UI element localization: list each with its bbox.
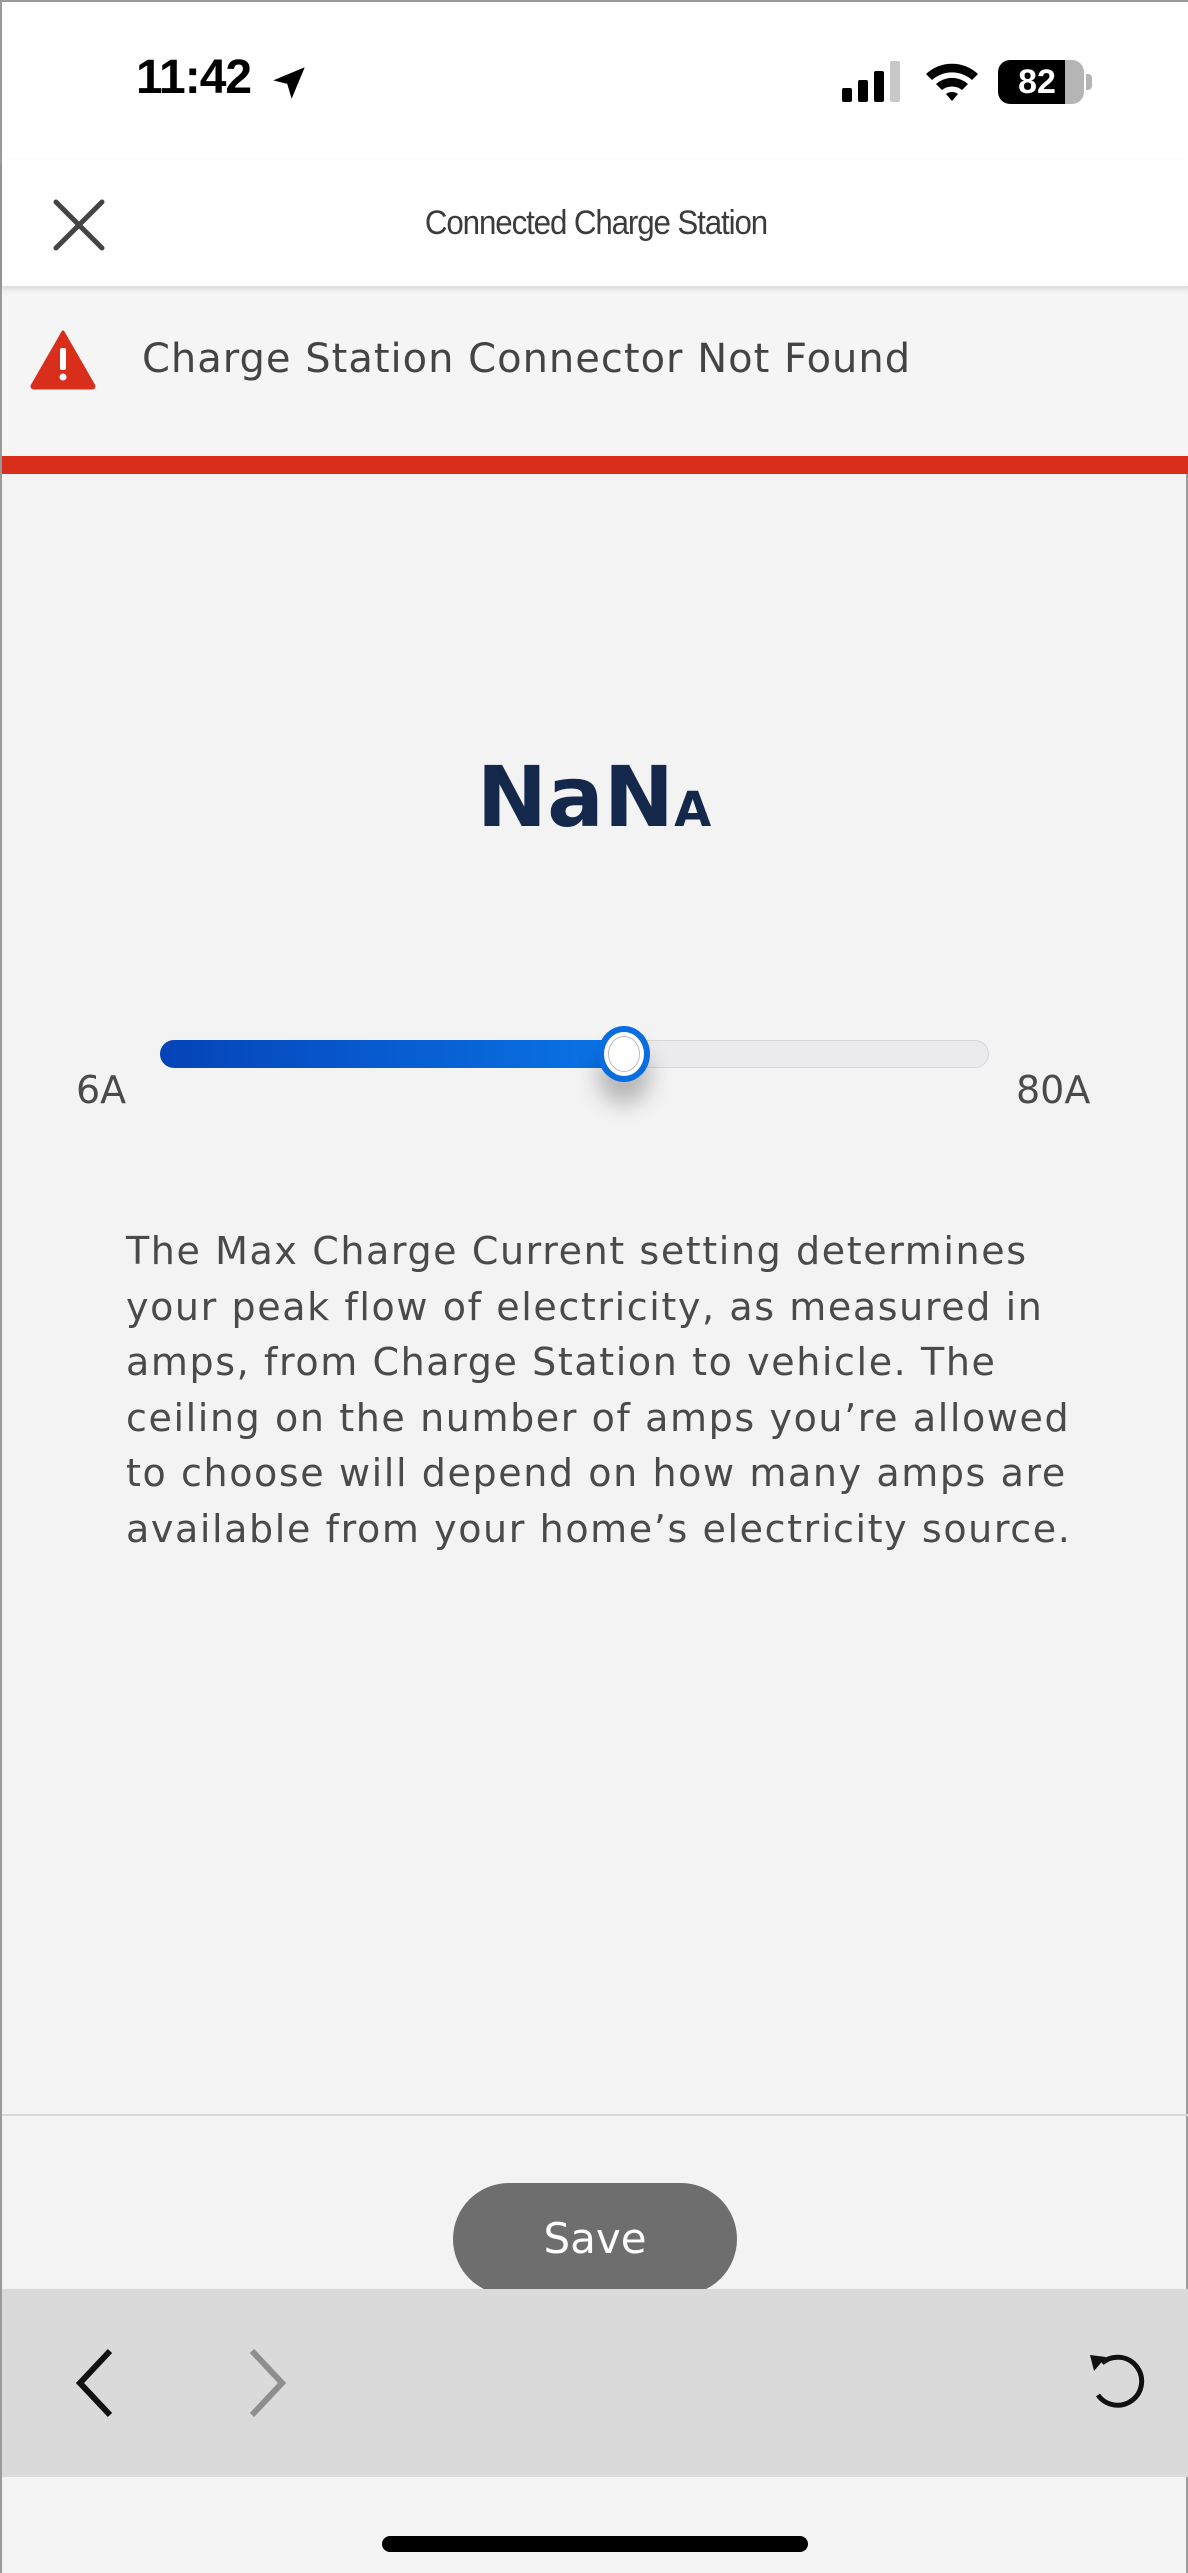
slider-fill	[160, 1040, 625, 1068]
chevron-left-icon[interactable]	[66, 2345, 122, 2421]
current-value-display: NaNA	[2, 748, 1186, 846]
battery-indicator: 82	[998, 60, 1084, 104]
location-arrow-icon	[273, 67, 305, 99]
slider-thumb[interactable]	[598, 1026, 651, 1082]
status-bar: 11:42 82	[2, 0, 1188, 160]
warning-triangle-icon	[30, 330, 96, 390]
current-value: NaN	[476, 748, 675, 846]
battery-tip	[1086, 74, 1092, 90]
status-time: 11:42	[136, 51, 252, 104]
save-button[interactable]: Save	[453, 2183, 737, 2295]
browser-toolbar	[2, 2289, 1188, 2477]
current-unit: A	[674, 782, 712, 838]
footer-divider	[2, 2114, 1188, 2116]
slider-max-label: 80A	[1016, 1068, 1091, 1112]
alert-banner: Charge Station Connector Not Found	[2, 286, 1188, 456]
reload-icon[interactable]	[1082, 2341, 1150, 2417]
cellular-signal-icon	[842, 61, 900, 102]
battery-percent: 82	[1018, 63, 1056, 101]
description-text: The Max Charge Current setting determine…	[126, 1229, 1072, 1551]
app-header: Connected Charge Station	[2, 160, 1188, 286]
header-title: Connected Charge Station	[424, 204, 768, 242]
alert-underline	[2, 456, 1188, 474]
chevron-right-icon[interactable]	[240, 2345, 296, 2421]
wifi-icon	[926, 63, 978, 101]
home-indicator	[382, 2536, 808, 2552]
slider-min-label: 6A	[76, 1068, 127, 1112]
alert-message: Charge Station Connector Not Found	[142, 336, 912, 382]
max-current-slider[interactable]	[160, 1026, 989, 1082]
